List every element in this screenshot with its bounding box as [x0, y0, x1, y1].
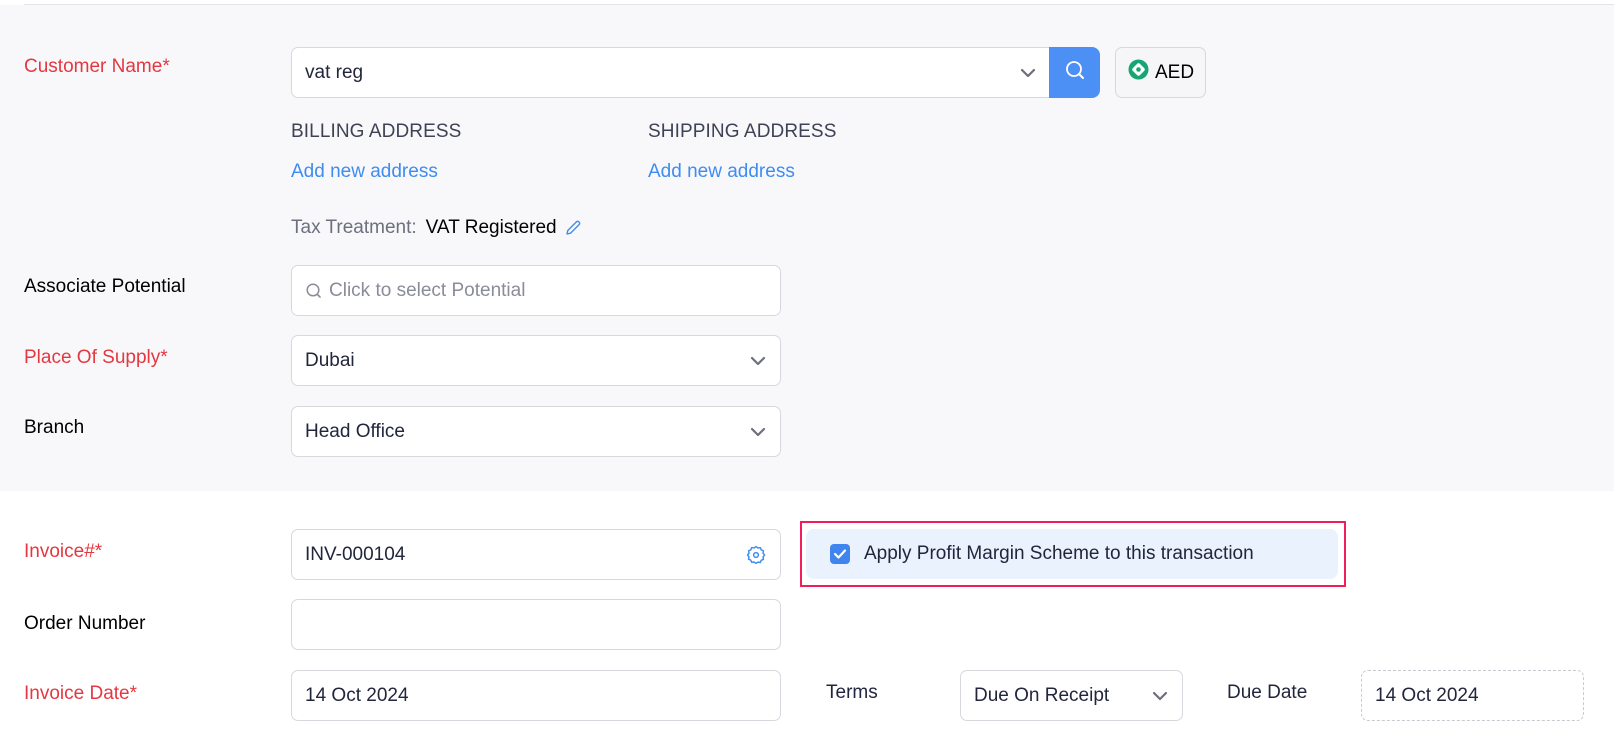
- chevron-down-icon: [749, 352, 767, 370]
- currency-badge-icon: [1128, 59, 1149, 86]
- customer-search-button[interactable]: [1049, 47, 1100, 98]
- invoice-date-label: Invoice Date*: [24, 683, 138, 704]
- chevron-down-icon: [1151, 687, 1169, 705]
- customer-name-select[interactable]: vat reg: [291, 47, 1051, 98]
- profit-margin-label: Apply Profit Margin Scheme to this trans…: [864, 543, 1254, 564]
- terms-select[interactable]: Due On Receipt: [960, 670, 1183, 721]
- currency-button[interactable]: AED: [1115, 47, 1206, 98]
- due-date-label: Due Date: [1227, 682, 1308, 703]
- search-icon: [305, 282, 323, 300]
- associate-potential-input[interactable]: Click to select Potential: [291, 265, 781, 316]
- order-number-input[interactable]: [291, 599, 781, 650]
- customer-name-value: vat reg: [305, 61, 364, 83]
- currency-label: AED: [1155, 61, 1195, 83]
- branch-label: Branch: [24, 417, 85, 438]
- associate-potential-placeholder: Click to select Potential: [329, 279, 526, 301]
- tax-treatment-row: Tax Treatment: VAT Registered: [291, 217, 583, 239]
- branch-value: Head Office: [305, 420, 405, 442]
- order-number-label: Order Number: [24, 613, 146, 634]
- chevron-down-icon[interactable]: [1019, 64, 1037, 82]
- invoice-number-label: Invoice#*: [24, 541, 103, 562]
- billing-address-heading: BILLING ADDRESS: [291, 121, 462, 142]
- invoice-date-value: 14 Oct 2024: [305, 684, 409, 706]
- invoice-number-input[interactable]: INV-000104: [291, 529, 781, 580]
- profit-margin-scheme-option[interactable]: Apply Profit Margin Scheme to this trans…: [806, 529, 1338, 579]
- terms-value: Due On Receipt: [974, 684, 1110, 706]
- shipping-add-address-link[interactable]: Add new address: [648, 161, 795, 183]
- branch-select[interactable]: Head Office: [291, 406, 781, 457]
- pencil-icon[interactable]: [563, 218, 583, 238]
- due-date-input[interactable]: 14 Oct 2024: [1361, 670, 1584, 721]
- place-of-supply-label: Place Of Supply*: [24, 347, 168, 368]
- customer-name-label: Customer Name*: [24, 56, 170, 77]
- invoice-date-input[interactable]: 14 Oct 2024: [291, 670, 781, 721]
- tax-treatment-value: VAT Registered: [425, 217, 557, 238]
- billing-add-address-link[interactable]: Add new address: [291, 161, 438, 183]
- invoice-number-value: INV-000104: [305, 543, 406, 565]
- place-of-supply-select[interactable]: Dubai: [291, 335, 781, 386]
- tax-treatment-label: Tax Treatment:: [291, 217, 417, 238]
- place-of-supply-value: Dubai: [305, 349, 355, 371]
- gear-icon[interactable]: [745, 544, 767, 566]
- profit-margin-checkbox[interactable]: [830, 544, 850, 564]
- chevron-down-icon: [749, 423, 767, 441]
- terms-label: Terms: [826, 682, 878, 703]
- due-date-value: 14 Oct 2024: [1375, 684, 1479, 706]
- search-icon: [1064, 59, 1086, 86]
- shipping-address-heading: SHIPPING ADDRESS: [648, 121, 837, 142]
- associate-potential-label: Associate Potential: [24, 276, 186, 297]
- checkmark-icon: [833, 549, 847, 559]
